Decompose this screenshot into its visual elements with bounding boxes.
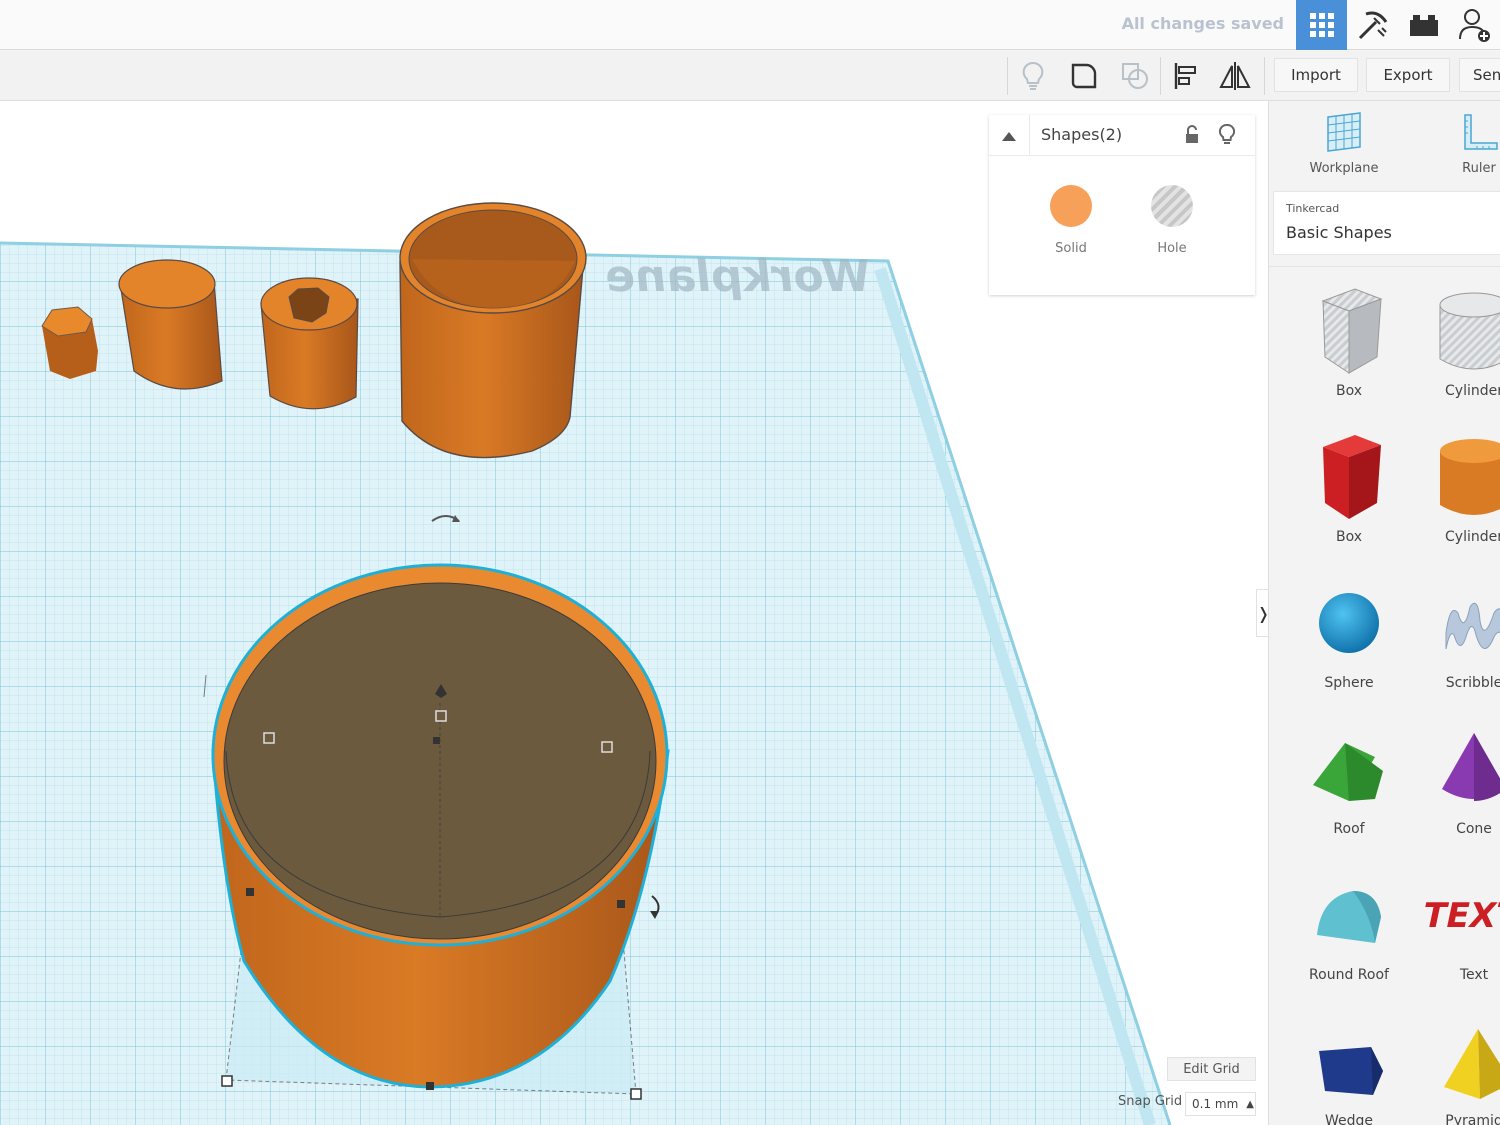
cylinder-hole-icon bbox=[1439, 292, 1500, 370]
edge-handle[interactable] bbox=[617, 900, 625, 908]
snap-grid-select[interactable]: 0.1 mm ▲ bbox=[1185, 1092, 1256, 1116]
shape-label: Cone bbox=[1456, 821, 1492, 837]
import-button[interactable]: Import bbox=[1274, 58, 1358, 92]
hole-swatch[interactable] bbox=[1151, 185, 1193, 227]
shape-library-panel: Workplane Ruler Tinkercad Basic Shapes B… bbox=[1268, 101, 1500, 1125]
scribble-icon bbox=[1445, 602, 1500, 650]
group-icon[interactable] bbox=[1064, 56, 1104, 96]
shape-category-select[interactable]: Tinkercad Basic Shapes bbox=[1273, 191, 1500, 255]
shape-sphere[interactable]: Sphere bbox=[1284, 573, 1414, 713]
shape-text[interactable]: TEXT Text bbox=[1409, 865, 1500, 1005]
shape-label: Box bbox=[1335, 529, 1363, 545]
box-icon bbox=[1323, 435, 1381, 519]
lightbulb-icon[interactable] bbox=[1013, 56, 1053, 96]
category-name: Basic Shapes bbox=[1286, 223, 1392, 242]
roof-icon bbox=[1313, 743, 1383, 801]
box-hole-icon bbox=[1321, 288, 1383, 374]
inspector-title: Shapes(2) bbox=[1041, 125, 1123, 144]
cone-icon bbox=[1442, 733, 1500, 801]
category-brand: Tinkercad bbox=[1286, 202, 1340, 215]
snap-grid-label: Snap Grid bbox=[1118, 1094, 1183, 1109]
corner-handle[interactable] bbox=[630, 1088, 642, 1100]
ruler-tool-label: Ruler bbox=[1462, 161, 1496, 176]
shape-label: Box bbox=[1335, 383, 1363, 399]
hole-option[interactable]: Hole bbox=[1132, 185, 1212, 256]
corner-handle[interactable] bbox=[221, 1075, 233, 1087]
wedge-icon bbox=[1319, 1047, 1383, 1095]
shape-roof[interactable]: Roof bbox=[1284, 719, 1414, 859]
export-button[interactable]: Export bbox=[1366, 58, 1450, 92]
add-user-icon[interactable] bbox=[1449, 0, 1500, 50]
shape-label: Roof bbox=[1333, 821, 1365, 837]
edge-handle[interactable] bbox=[246, 888, 254, 896]
shape-label: Cylinder bbox=[1445, 529, 1500, 545]
toolbar-divider bbox=[1264, 57, 1265, 95]
ruler-tool[interactable]: Ruler bbox=[1419, 111, 1500, 176]
shape-wedge[interactable]: Wedge bbox=[1284, 1011, 1414, 1125]
shape-cone[interactable]: Cone bbox=[1409, 719, 1500, 859]
toolbar-divider bbox=[1007, 57, 1008, 95]
cylinder-icon bbox=[1440, 439, 1500, 515]
shape-label: Cylinder bbox=[1445, 383, 1500, 399]
snap-grid-value: 0.1 mm bbox=[1192, 1097, 1239, 1111]
caret-up-icon: ▲ bbox=[1246, 1098, 1254, 1110]
solid-swatch[interactable] bbox=[1050, 185, 1092, 227]
pyramid-icon bbox=[1444, 1029, 1500, 1099]
send-to-button[interactable]: Sen bbox=[1459, 58, 1500, 92]
edit-grid-button[interactable]: Edit Grid bbox=[1167, 1057, 1256, 1081]
solid-option[interactable]: Solid bbox=[1031, 185, 1111, 256]
solid-label: Solid bbox=[1055, 241, 1087, 256]
shape-label: Text bbox=[1459, 967, 1489, 983]
svg-text:TEXT: TEXT bbox=[1424, 896, 1500, 936]
workplane-icon bbox=[1327, 112, 1361, 152]
height-handle[interactable] bbox=[435, 710, 447, 722]
pickaxe-icon[interactable] bbox=[1347, 0, 1398, 50]
sphere-icon bbox=[1319, 593, 1379, 653]
ungroup-icon[interactable] bbox=[1115, 56, 1155, 96]
workplane-tool-label: Workplane bbox=[1309, 161, 1379, 176]
panel-divider bbox=[1269, 266, 1500, 267]
tube-large[interactable] bbox=[399, 202, 587, 459]
align-icon[interactable] bbox=[1166, 56, 1206, 96]
workplane-watermark: Workplane bbox=[602, 251, 873, 302]
toolbar: Import Export Sen bbox=[0, 51, 1500, 101]
shape-inspector: Shapes(2) Solid Hole bbox=[989, 115, 1255, 295]
tinkercad-editor: All changes saved Import Export Sen Work… bbox=[0, 0, 1500, 1125]
shape-label: Wedge bbox=[1324, 1113, 1374, 1125]
shape-scribble[interactable]: Scribble bbox=[1409, 573, 1500, 713]
hole-label: Hole bbox=[1157, 241, 1187, 256]
save-status: All changes saved bbox=[1121, 14, 1284, 33]
top-handle[interactable] bbox=[601, 741, 613, 753]
chevron-up-icon bbox=[1002, 131, 1016, 141]
hexagon-cylinder-small[interactable] bbox=[41, 306, 98, 379]
mirror-icon[interactable] bbox=[1215, 56, 1255, 96]
inspector-header: Shapes(2) bbox=[989, 115, 1255, 156]
top-bar: All changes saved bbox=[0, 0, 1500, 50]
ruler-icon bbox=[1464, 114, 1498, 150]
collapse-inspector-button[interactable] bbox=[989, 115, 1030, 156]
shape-label: Round Roof bbox=[1309, 967, 1389, 983]
text-icon: TEXT bbox=[1424, 896, 1500, 936]
edge-handle[interactable] bbox=[426, 1082, 434, 1090]
3d-view-grid-icon[interactable] bbox=[1296, 0, 1347, 50]
shape-box-hole[interactable]: Box bbox=[1284, 281, 1414, 421]
shape-label: Scribble bbox=[1445, 675, 1500, 691]
shape-label: Pyramid bbox=[1445, 1113, 1500, 1125]
shape-pyramid[interactable]: Pyramid bbox=[1409, 1011, 1500, 1125]
bricks-icon[interactable] bbox=[1398, 0, 1449, 50]
cylinder-medium[interactable] bbox=[118, 259, 223, 390]
tube-small[interactable] bbox=[260, 277, 359, 410]
shape-round-roof[interactable]: Round Roof bbox=[1284, 865, 1414, 1005]
shape-label: Sphere bbox=[1324, 675, 1374, 691]
shape-cylinder[interactable]: Cylinder bbox=[1409, 427, 1500, 567]
shape-cylinder-hole[interactable]: Cylinder bbox=[1409, 281, 1500, 421]
round-roof-icon bbox=[1317, 891, 1381, 943]
toolbar-divider bbox=[1160, 57, 1161, 95]
center-handle[interactable] bbox=[433, 737, 440, 744]
shape-box[interactable]: Box bbox=[1284, 427, 1414, 567]
lightbulb-icon[interactable] bbox=[1218, 123, 1236, 147]
top-handle[interactable] bbox=[263, 732, 275, 744]
lock-icon[interactable] bbox=[1184, 125, 1200, 145]
workplane-tool[interactable]: Workplane bbox=[1284, 111, 1404, 176]
